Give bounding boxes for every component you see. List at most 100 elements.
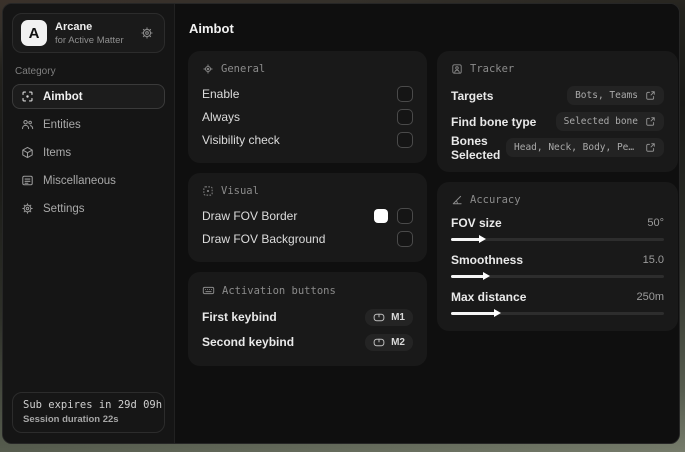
visibility-check-checkbox[interactable] bbox=[397, 132, 413, 148]
expand-icon bbox=[645, 90, 656, 101]
second-keybind-button[interactable]: M2 bbox=[365, 333, 413, 351]
fov-border-color-swatch[interactable] bbox=[374, 209, 388, 223]
general-card: General Enable Always Visibility check bbox=[188, 51, 427, 163]
expand-icon bbox=[645, 142, 656, 153]
find-bone-type-select[interactable]: Selected bone bbox=[555, 112, 664, 131]
targets-label: Targets bbox=[451, 88, 494, 103]
category-label: Category bbox=[15, 66, 56, 77]
smoothness-group: Smoothness 15.0 bbox=[451, 251, 664, 280]
focus-gear-icon bbox=[202, 63, 214, 75]
max-distance-label: Max distance bbox=[451, 290, 527, 304]
accuracy-card: Accuracy FOV size 50° Smoothness 15.0 Ma… bbox=[437, 182, 678, 331]
draw-fov-border-row: Draw FOV Border bbox=[202, 205, 413, 227]
app-settings-button[interactable] bbox=[138, 24, 156, 42]
people-icon bbox=[21, 118, 34, 131]
image-frame-icon bbox=[202, 185, 214, 197]
tracker-card: Tracker Targets Bots, Teams Find bone ty… bbox=[437, 51, 678, 172]
app-name: Arcane bbox=[55, 20, 93, 33]
always-label: Always bbox=[202, 110, 241, 124]
app-logo: A bbox=[21, 20, 47, 46]
draw-fov-background-label: Draw FOV Background bbox=[202, 232, 326, 246]
sidebar-item-label: Items bbox=[43, 146, 72, 159]
slider-thumb[interactable] bbox=[478, 235, 486, 243]
always-row: Always bbox=[202, 106, 413, 128]
always-checkbox[interactable] bbox=[397, 109, 413, 125]
general-header: General bbox=[202, 63, 413, 75]
fov-size-label: FOV size bbox=[451, 216, 502, 230]
sidebar-item-items[interactable]: Items bbox=[12, 140, 165, 165]
find-bone-type-value: Selected bone bbox=[563, 116, 638, 127]
second-keybind-label: Second keybind bbox=[202, 335, 295, 349]
activation-buttons-title: Activation buttons bbox=[222, 284, 336, 297]
second-keybind-row: Second keybind M2 bbox=[202, 330, 413, 354]
first-keybind-label: First keybind bbox=[202, 310, 277, 324]
mouse-icon bbox=[373, 313, 385, 322]
find-bone-type-row: Find bone type Selected bone bbox=[451, 109, 664, 134]
activation-buttons-card: Activation buttons First keybind M1 Seco… bbox=[188, 272, 427, 366]
smoothness-value: 15.0 bbox=[642, 254, 664, 266]
session-duration-text: Session duration 22s bbox=[23, 414, 119, 425]
bones-selected-select[interactable]: Head, Neck, Body, Pe... bbox=[506, 138, 664, 157]
bones-selected-value: Head, Neck, Body, Pe... bbox=[514, 142, 638, 153]
bones-selected-row: Bones Selected Head, Neck, Body, Pe... bbox=[451, 133, 664, 162]
cheat-menu-window: A Arcane for Active Matter Category Aimb… bbox=[2, 3, 680, 444]
smoothness-slider[interactable] bbox=[451, 272, 664, 280]
targets-select[interactable]: Bots, Teams bbox=[567, 86, 664, 105]
max-distance-slider[interactable] bbox=[451, 309, 664, 317]
targets-row: Targets Bots, Teams bbox=[451, 83, 664, 108]
enable-row: Enable bbox=[202, 83, 413, 105]
main-panel: Aimbot General Enable Always Visibility … bbox=[175, 4, 679, 443]
visual-title: Visual bbox=[221, 185, 259, 197]
sidebar-item-label: Aimbot bbox=[43, 90, 83, 103]
enable-checkbox[interactable] bbox=[397, 86, 413, 102]
angle-icon bbox=[451, 194, 463, 206]
sidebar-item-label: Settings bbox=[43, 202, 85, 215]
enable-label: Enable bbox=[202, 87, 240, 101]
find-bone-type-label: Find bone type bbox=[451, 114, 537, 129]
max-distance-group: Max distance 250m bbox=[451, 288, 664, 317]
cube-icon bbox=[21, 146, 34, 159]
gear-icon bbox=[140, 26, 154, 40]
sidebar-item-entities[interactable]: Entities bbox=[12, 112, 165, 137]
visual-card: Visual Draw FOV Border Draw FOV Backgrou… bbox=[188, 173, 427, 262]
slider-thumb[interactable] bbox=[493, 309, 501, 317]
first-keybind-button[interactable]: M1 bbox=[365, 308, 413, 326]
tracker-title: Tracker bbox=[470, 63, 515, 75]
smoothness-label: Smoothness bbox=[451, 253, 524, 267]
notes-icon bbox=[21, 174, 34, 187]
bones-selected-label: Bones Selected bbox=[451, 133, 501, 162]
fov-size-value: 50° bbox=[647, 217, 664, 229]
sidebar-item-label: Entities bbox=[43, 118, 81, 131]
sidebar: A Arcane for Active Matter Category Aimb… bbox=[3, 4, 175, 443]
draw-fov-border-checkbox[interactable] bbox=[397, 208, 413, 224]
fov-size-group: FOV size 50° bbox=[451, 214, 664, 243]
draw-fov-border-label: Draw FOV Border bbox=[202, 209, 298, 223]
accuracy-header: Accuracy bbox=[451, 194, 664, 206]
slider-thumb[interactable] bbox=[483, 272, 491, 280]
tracker-header: Tracker bbox=[451, 63, 664, 75]
max-distance-value: 250m bbox=[636, 291, 664, 303]
visual-header: Visual bbox=[202, 185, 413, 197]
activation-buttons-header: Activation buttons bbox=[202, 284, 413, 297]
crosshair-scan-icon bbox=[21, 90, 34, 103]
fov-size-slider[interactable] bbox=[451, 235, 664, 243]
sidebar-item-aimbot[interactable]: Aimbot bbox=[12, 84, 165, 109]
general-title: General bbox=[221, 63, 266, 75]
targets-value: Bots, Teams bbox=[575, 90, 638, 101]
sidebar-item-miscellaneous[interactable]: Miscellaneous bbox=[12, 168, 165, 193]
accuracy-title: Accuracy bbox=[470, 194, 521, 206]
subscription-info-card: Sub expires in 29d 09h Session duration … bbox=[12, 392, 165, 433]
gear-icon bbox=[21, 202, 34, 215]
sub-expires-text: Sub expires in 29d 09h bbox=[23, 399, 163, 411]
app-header-card: A Arcane for Active Matter bbox=[12, 13, 165, 53]
expand-icon bbox=[645, 116, 656, 127]
draw-fov-background-row: Draw FOV Background bbox=[202, 228, 413, 250]
visibility-check-row: Visibility check bbox=[202, 129, 413, 151]
draw-fov-background-checkbox[interactable] bbox=[397, 231, 413, 247]
app-meta: Arcane for Active Matter bbox=[55, 21, 124, 46]
first-keybind-row: First keybind M1 bbox=[202, 305, 413, 329]
sidebar-item-settings[interactable]: Settings bbox=[12, 196, 165, 221]
second-keybind-value: M2 bbox=[391, 336, 405, 348]
person-scan-icon bbox=[451, 63, 463, 75]
keyboard-icon bbox=[202, 284, 215, 297]
